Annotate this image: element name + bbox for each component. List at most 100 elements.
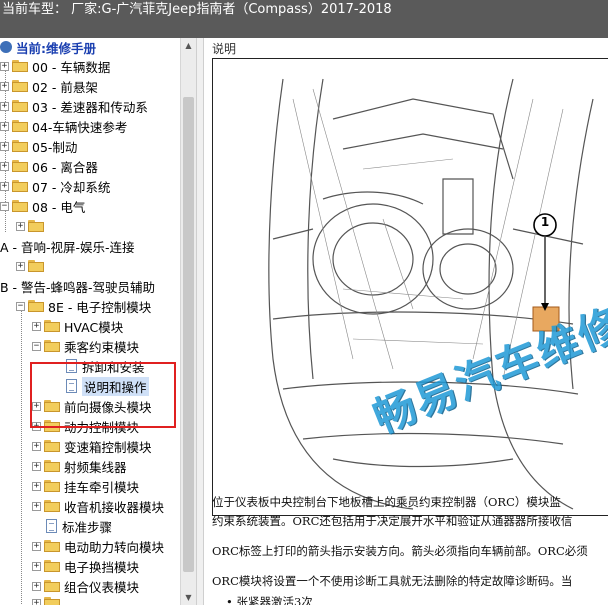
tree-item[interactable]: 8B - 警告-蜂鸣器-驾驶员辅助 <box>0 277 155 295</box>
tree-item[interactable]: + 组合仪表模块 <box>32 577 139 595</box>
folder-open-icon <box>44 340 60 352</box>
tree-item-label: 06 - 离合器 <box>32 159 98 175</box>
tree-item-label: 电子换挡模块 <box>64 559 140 575</box>
tree-item-label: 组合仪表模块 <box>64 579 140 595</box>
section-heading: 说明 <box>212 42 237 56</box>
tree-item[interactable]: +00 - 车辆数据 <box>0 57 110 75</box>
tree-item[interactable]: + 变速箱控制模块 <box>32 437 152 455</box>
tree-item-label: 变速箱控制模块 <box>64 439 152 455</box>
tree-item-label: 收音机接收器模块 <box>64 499 165 515</box>
expand-icon[interactable]: + <box>0 81 9 91</box>
collapse-icon[interactable]: − <box>16 301 25 311</box>
tree-item[interactable]: +05-制动 <box>0 137 77 155</box>
scrollbar-thumb[interactable] <box>183 97 194 572</box>
title-bar: 当前车型： 厂家:G-广汽菲克Jeep指南者（Compass）2017-2018 <box>0 0 608 38</box>
expand-icon[interactable]: + <box>32 561 41 571</box>
scroll-up-icon[interactable]: ▲ <box>181 38 196 53</box>
collapse-icon[interactable]: − <box>0 201 9 211</box>
tree-item[interactable]: + <box>16 257 48 275</box>
expand-icon[interactable]: + <box>0 101 9 111</box>
tree-item-label: 乘客约束模块 <box>64 339 140 355</box>
expand-icon[interactable]: + <box>16 261 25 271</box>
tree-item[interactable]: − 乘客约束模块 <box>32 337 139 355</box>
tree-item[interactable]: + 电动助力转向模块 <box>32 537 164 555</box>
tree-item-label: 挂车牵引模块 <box>64 479 140 495</box>
tree-item[interactable]: + 射频集线器 <box>32 457 127 475</box>
tree-item-label: 8E - 电子控制模块 <box>48 299 152 315</box>
tree-item[interactable]: +04-车辆快速参考 <box>0 117 127 135</box>
tree-item[interactable]: 8A - 音响-视屏-娱乐-连接 <box>0 237 135 255</box>
folder-open-icon <box>28 300 44 312</box>
title-bar-text: 当前车型： 厂家:G-广汽菲克Jeep指南者（Compass）2017-2018 <box>2 2 392 17</box>
folder-icon <box>28 220 44 232</box>
vehicle-diagram: 1 畅易汽车维修 <box>212 58 608 516</box>
expand-icon[interactable]: + <box>16 221 25 231</box>
content-pane: 说明 1 畅易汽车维修 位于仪表板中央控制台下地板槽上的乘员约束控制器（ORC）… <box>204 38 608 605</box>
tree-scrollbar[interactable]: ▲ ▼ <box>180 38 196 605</box>
tree-item[interactable]: 标准步骤 <box>46 517 112 535</box>
tree-item[interactable]: +03 - 差速器和传动系 <box>0 97 148 115</box>
paragraph-1-cont: 约束系统装置。ORC还包括用于决定展开水平和验证从通器器所接收信 <box>212 514 573 528</box>
folder-icon <box>12 120 28 132</box>
expand-icon[interactable]: + <box>0 181 9 191</box>
expand-icon[interactable]: + <box>0 121 9 131</box>
expand-icon[interactable]: + <box>32 441 41 451</box>
tree-item[interactable]: − 8E - 电子控制模块 <box>16 297 151 315</box>
tree-item[interactable]: + HVAC模块 <box>32 317 123 335</box>
tree-item-label: 07 - 冷却系统 <box>32 179 111 195</box>
tree-item-label: 05-制动 <box>32 139 78 155</box>
expand-icon[interactable]: + <box>32 321 41 331</box>
tree-item[interactable]: +06 - 离合器 <box>0 157 98 175</box>
expand-icon[interactable]: + <box>32 581 41 591</box>
document-icon <box>46 519 57 533</box>
vehicle-xray-illustration <box>268 78 594 510</box>
scroll-down-icon[interactable]: ▼ <box>181 590 196 605</box>
folder-icon <box>12 180 28 192</box>
folder-icon <box>12 160 28 172</box>
folder-icon <box>44 500 60 512</box>
bullet-text: 张紧器激活3次 <box>236 595 313 605</box>
paragraph-1: 位于仪表板中央控制台下地板槽上的乘员约束控制器（ORC）模块监 <box>212 495 561 509</box>
manual-root-icon <box>0 41 12 53</box>
tree-item[interactable]: + 挂车牵引模块 <box>32 477 139 495</box>
tree-item-label: 02 - 前悬架 <box>32 79 98 95</box>
expand-icon[interactable]: + <box>32 598 41 605</box>
tree-item-label: 04-车辆快速参考 <box>32 119 128 135</box>
tree-item[interactable]: − 08 - 电气 <box>0 197 85 215</box>
tree-item-label: 射频集线器 <box>64 459 127 475</box>
tree-item[interactable]: + <box>16 217 48 235</box>
folder-icon <box>44 580 60 592</box>
bullet-item: • 张紧器激活3次 <box>226 594 313 605</box>
expand-icon[interactable]: + <box>32 541 41 551</box>
expand-icon[interactable]: + <box>0 61 9 71</box>
folder-icon <box>44 460 60 472</box>
expand-icon[interactable]: + <box>0 141 9 151</box>
expand-icon[interactable]: + <box>0 161 9 171</box>
tree-item[interactable]: + 收音机接收器模块 <box>32 497 164 515</box>
tree-item[interactable]: +07 - 冷却系统 <box>0 177 110 195</box>
folder-icon <box>12 60 28 72</box>
collapse-icon[interactable]: − <box>32 341 41 351</box>
tree-item[interactable]: + <box>32 594 64 605</box>
pane-splitter[interactable] <box>196 38 204 605</box>
folder-icon <box>44 320 60 332</box>
tree-item-label: 03 - 差速器和传动系 <box>32 99 148 115</box>
tree-item[interactable]: + 电子换挡模块 <box>32 557 139 575</box>
folder-icon <box>44 540 60 552</box>
tree-item[interactable]: +02 - 前悬架 <box>0 77 98 95</box>
folder-icon <box>12 140 28 152</box>
tree-item-label: 8B - 警告-蜂鸣器-驾驶员辅助 <box>0 279 156 295</box>
tree-item-label: HVAC模块 <box>64 319 124 335</box>
folder-open-icon <box>12 200 28 212</box>
tree-item-label: 08 - 电气 <box>32 199 86 215</box>
folder-icon <box>44 480 60 492</box>
tree-item-label: 电动助力转向模块 <box>64 539 165 555</box>
expand-icon[interactable]: + <box>32 501 41 511</box>
tree-root[interactable]: 当前:维修手册 <box>0 38 96 56</box>
tree-root-label: 当前:维修手册 <box>16 40 96 56</box>
expand-icon[interactable]: + <box>32 461 41 471</box>
nav-tree: 当前:维修手册 +00 - 车辆数据 +02 - 前悬架 +03 - 差速器和传… <box>0 38 180 605</box>
folder-icon <box>44 440 60 452</box>
folder-icon <box>44 560 60 572</box>
expand-icon[interactable]: + <box>32 481 41 491</box>
